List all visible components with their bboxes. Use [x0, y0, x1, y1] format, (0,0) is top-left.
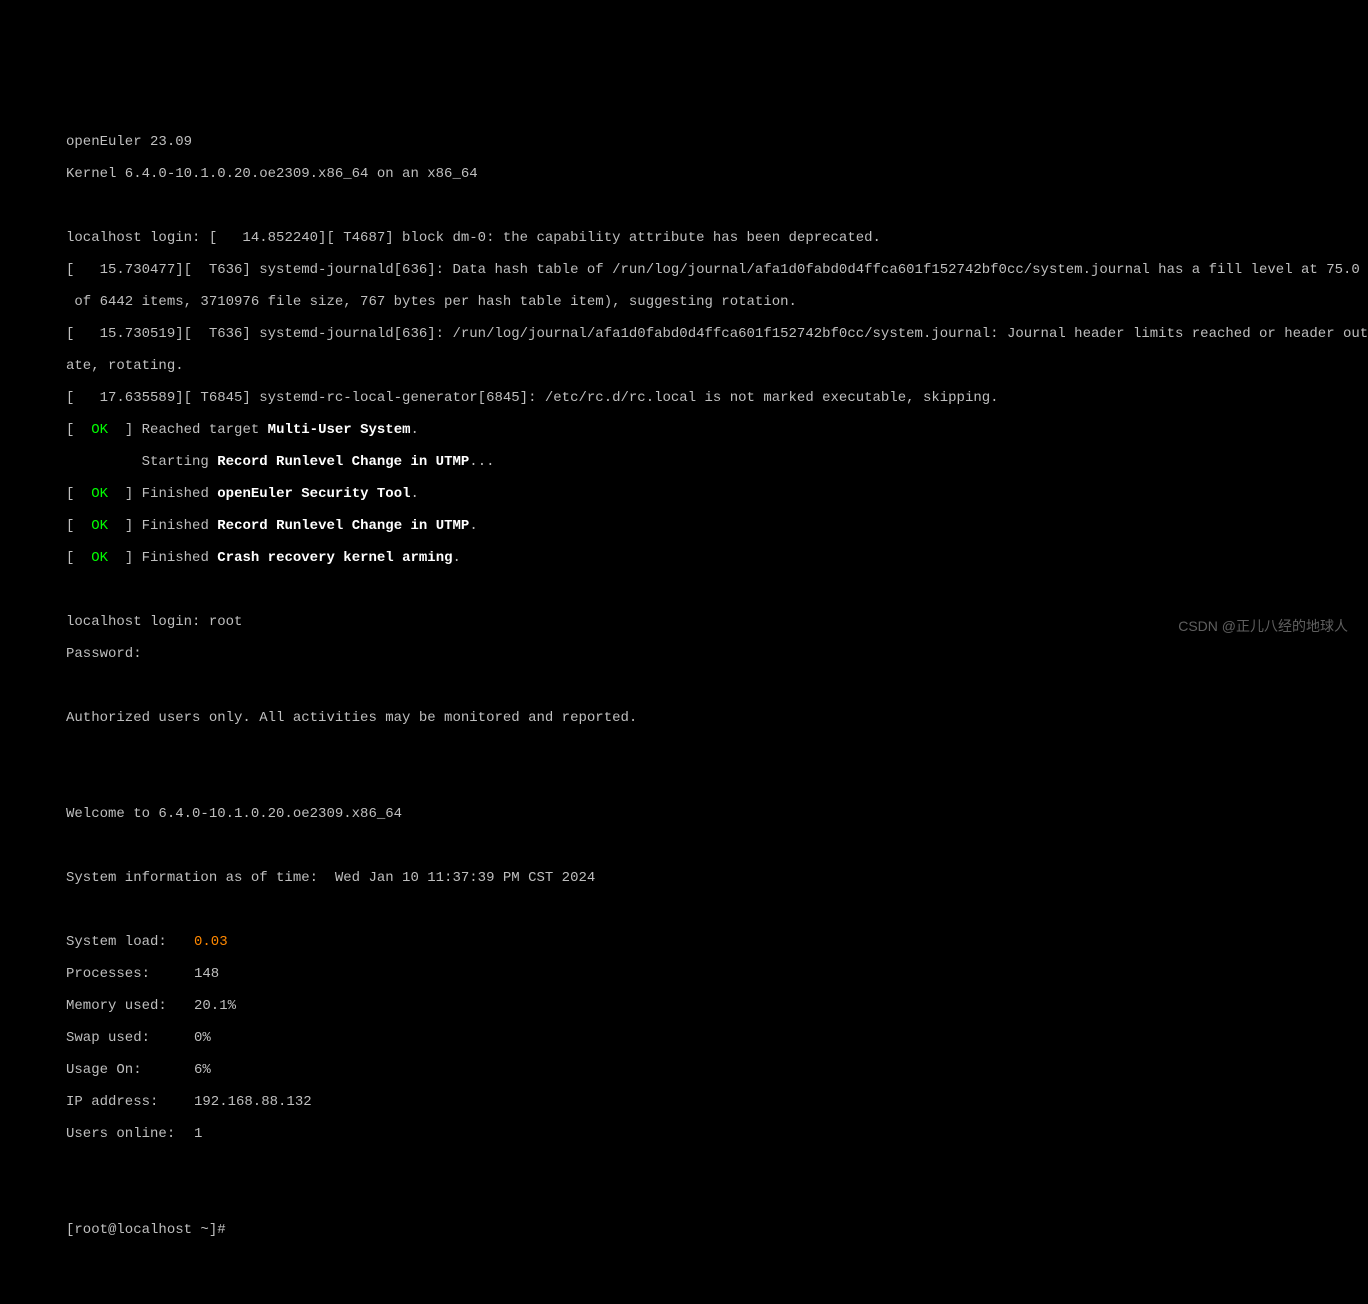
stat-processes: Processes:148	[66, 966, 1368, 982]
stat-swap: Swap used:0%	[66, 1030, 1368, 1046]
terminal-output: openEuler 23.09 Kernel 6.4.0-10.1.0.20.o…	[66, 118, 1368, 1254]
boot-msg: [ 15.730519][ T636] systemd-journald[636…	[66, 326, 1368, 342]
boot-msg: localhost login: [ 14.852240][ T4687] bl…	[66, 230, 1368, 246]
boot-msg: of 6442 items, 3710976 file size, 767 by…	[66, 294, 1368, 310]
boot-msg: [ 15.730477][ T636] systemd-journald[636…	[66, 262, 1368, 278]
boot-status: [ OK ] Reached target Multi-User System.	[66, 422, 1368, 438]
login-user: root	[209, 614, 243, 630]
os-name: openEuler 23.09	[66, 134, 1368, 150]
boot-msg: [ 17.635589][ T6845] systemd-rc-local-ge…	[66, 390, 1368, 406]
boot-msg: ate, rotating.	[66, 358, 1368, 374]
ok-label: OK	[91, 486, 108, 502]
ok-label: OK	[91, 422, 108, 438]
ok-label: OK	[91, 550, 108, 566]
welcome-text: Welcome to 6.4.0-10.1.0.20.oe2309.x86_64	[66, 806, 1368, 822]
password-prompt: Password:	[66, 646, 1368, 662]
kernel-info: Kernel 6.4.0-10.1.0.20.oe2309.x86_64 on …	[66, 166, 1368, 182]
ok-label: OK	[91, 518, 108, 534]
stat-memory: Memory used:20.1%	[66, 998, 1368, 1014]
stat-system-load: System load:0.03	[66, 934, 1368, 950]
login-line: localhost login: root	[66, 614, 1368, 630]
stat-users: Users online:1	[66, 1126, 1368, 1142]
boot-status: [ OK ] Finished Crash recovery kernel ar…	[66, 550, 1368, 566]
boot-status: Starting Record Runlevel Change in UTMP.…	[66, 454, 1368, 470]
boot-status: [ OK ] Finished Record Runlevel Change i…	[66, 518, 1368, 534]
auth-notice: Authorized users only. All activities ma…	[66, 710, 1368, 726]
stat-ip: IP address:192.168.88.132	[66, 1094, 1368, 1110]
watermark: CSDN @正儿八经的地球人	[1178, 618, 1348, 634]
stat-usage: Usage On:6%	[66, 1062, 1368, 1078]
sysinfo-time: System information as of time: Wed Jan 1…	[66, 870, 1368, 886]
shell-prompt[interactable]: [root@localhost ~]#	[66, 1222, 1368, 1238]
boot-status: [ OK ] Finished openEuler Security Tool.	[66, 486, 1368, 502]
